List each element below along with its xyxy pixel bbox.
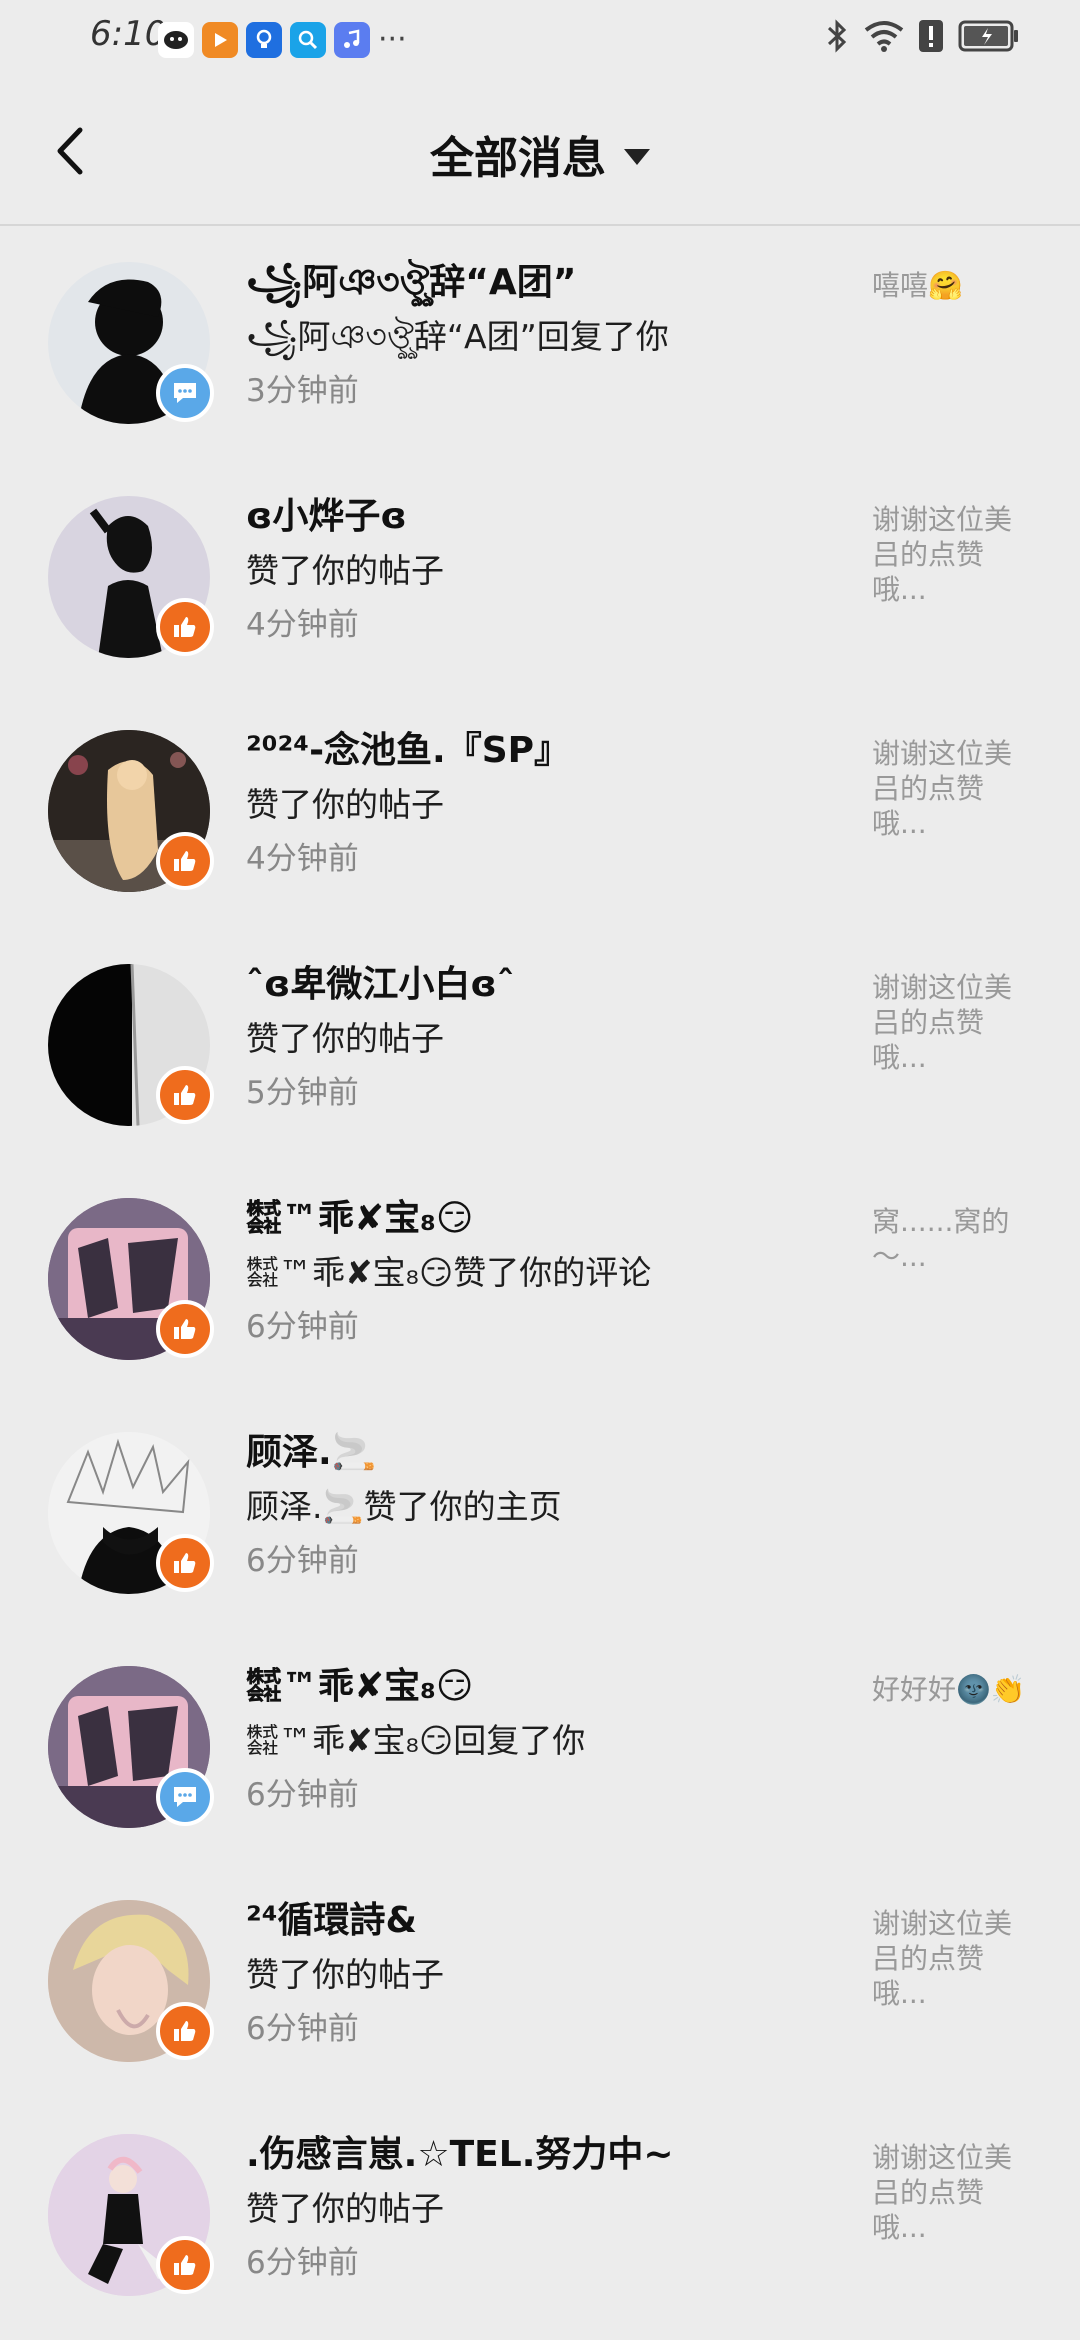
action-text: ㍿™乖✘宝₈😏回复了你 xyxy=(246,1721,586,1760)
comment-badge xyxy=(156,1768,214,1826)
message-item[interactable]: 顾泽.🚬 顾泽.🚬赞了你的主页 6分钟前 xyxy=(0,1396,1080,1630)
avatar[interactable] xyxy=(48,1432,214,1594)
action-text: ㍿™乖✘宝₈😏赞了你的评论 xyxy=(246,1253,652,1292)
sender-name: ㍿™乖✘宝₈😏 xyxy=(246,1198,474,1239)
music-app-icon xyxy=(334,22,370,58)
sender-name: ²⁰²⁴-念池鱼.『SP』 xyxy=(246,730,571,771)
like-badge xyxy=(156,1300,214,1358)
content-preview: 谢谢这位美吕的点赞哦... xyxy=(872,1907,1013,2010)
message-item[interactable]: ²⁰²⁴-念池鱼.『SP』 赞了你的帖子 4分钟前 谢谢这位美吕的点赞哦... xyxy=(0,694,1080,928)
more-notifications-icon: ··· xyxy=(378,22,407,57)
content-preview: 好好好🌚👏 xyxy=(872,1673,1026,1706)
message-item[interactable]: .伤感言崽.☆TEL.努力中~ 赞了你的帖子 6分钟前 谢谢这位美吕的点赞哦..… xyxy=(0,2098,1080,2332)
dropdown-caret-icon xyxy=(624,149,650,165)
page-title: 全部消息 xyxy=(430,133,606,184)
status-bar: 6:10 ··· xyxy=(0,0,1080,80)
timestamp: 6分钟前 xyxy=(246,2245,359,2281)
thumbs-up-icon xyxy=(174,1553,196,1573)
content-preview: 嘻嘻🤗 xyxy=(872,269,963,302)
avatar[interactable] xyxy=(48,2134,214,2296)
timestamp: 3分钟前 xyxy=(246,373,359,409)
thumbs-up-icon xyxy=(174,2255,196,2275)
like-badge xyxy=(156,832,214,890)
sender-name: ꧁阿ঞ৩ঔৣ辞“A团” xyxy=(246,262,577,303)
sender-name: ˆɞ卑微江小白ɞˆ xyxy=(246,964,515,1005)
bulb-app-icon xyxy=(246,22,282,58)
like-badge xyxy=(156,2002,214,2060)
chat-bubble-icon xyxy=(174,383,196,403)
thumbs-up-icon xyxy=(174,851,196,871)
like-badge xyxy=(156,1066,214,1124)
sender-name: ㍿™乖✘宝₈😏 xyxy=(246,1666,474,1707)
timestamp: 6分钟前 xyxy=(246,2011,359,2047)
message-item[interactable]: ²⁴循環詩& 赞了你的帖子 6分钟前 谢谢这位美吕的点赞哦... xyxy=(0,1864,1080,2098)
action-text: 赞了你的帖子 xyxy=(246,785,444,824)
content-preview: 谢谢这位美吕的点赞哦... xyxy=(872,737,1013,840)
avatar[interactable] xyxy=(48,730,214,892)
action-text: 赞了你的帖子 xyxy=(246,2189,444,2228)
message-item[interactable]: ˆɞ卑微江小白ɞˆ 赞了你的帖子 5分钟前 谢谢这位美吕的点赞哦... xyxy=(0,928,1080,1162)
timestamp: 6分钟前 xyxy=(246,1777,359,1813)
sender-name: ²⁴循環詩& xyxy=(246,1900,417,1941)
avatar[interactable] xyxy=(48,1900,214,2062)
content-preview: 窝......窝的～... xyxy=(872,1205,1010,1273)
message-item[interactable]: ㍿™乖✘宝₈😏 ㍿™乖✘宝₈😏回复了你 6分钟前 好好好🌚👏 xyxy=(0,1630,1080,1864)
timestamp: 6分钟前 xyxy=(246,1543,359,1579)
thumbs-up-icon xyxy=(174,617,196,637)
message-item[interactable]: ꧁阿ঞ৩ঔৣ辞“A团” ꧁阿ঞ৩ঔৣ辞“A团”回复了你 3分钟前 嘻嘻🤗 xyxy=(0,226,1080,460)
timestamp: 4分钟前 xyxy=(246,607,359,643)
message-filter-dropdown[interactable]: 全部消息 xyxy=(0,122,1080,186)
alert-icon xyxy=(919,20,943,52)
search-app-icon xyxy=(290,22,326,58)
sender-name: ɞ小烨子ɞ xyxy=(246,496,407,537)
like-badge xyxy=(156,1534,214,1592)
like-badge xyxy=(156,598,214,656)
sender-name: 顾泽.🚬 xyxy=(246,1432,377,1473)
wifi-icon xyxy=(864,21,904,52)
message-item[interactable]: ㍿™乖✘宝₈😏 ㍿™乖✘宝₈😏赞了你的评论 6分钟前 窝......窝的～... xyxy=(0,1162,1080,1396)
bluetooth-icon xyxy=(827,19,847,53)
comment-badge xyxy=(156,364,214,422)
status-time: 6:10 xyxy=(90,14,167,54)
battery-icon xyxy=(958,20,1018,52)
header: 全部消息 xyxy=(0,80,1080,226)
thumbs-up-icon xyxy=(174,1319,196,1339)
status-app-icons: ··· xyxy=(158,22,407,58)
app-notification-icon xyxy=(158,22,194,58)
action-text: ꧁阿ঞ৩ঔৣ辞“A团”回复了你 xyxy=(246,317,669,356)
sender-name: .伤感言崽.☆TEL.努力中~ xyxy=(246,2134,674,2175)
action-text: 顾泽.🚬赞了你的主页 xyxy=(246,1487,562,1526)
action-text: 赞了你的帖子 xyxy=(246,1955,444,1994)
avatar[interactable] xyxy=(48,262,214,424)
thumbs-up-icon xyxy=(174,1085,196,1105)
message-item[interactable]: ɞ小烨子ɞ 赞了你的帖子 4分钟前 谢谢这位美吕的点赞哦... xyxy=(0,460,1080,694)
content-preview: 谢谢这位美吕的点赞哦... xyxy=(872,2141,1013,2244)
message-list: ꧁阿ঞ৩ঔৣ辞“A团” ꧁阿ঞ৩ঔৣ辞“A团”回复了你 3分钟前 嘻嘻🤗 ɞ小烨… xyxy=(0,226,1080,2332)
action-text: 赞了你的帖子 xyxy=(246,551,444,590)
avatar[interactable] xyxy=(48,1666,214,1828)
thumbs-up-icon xyxy=(174,2021,196,2041)
action-text: 赞了你的帖子 xyxy=(246,1019,444,1058)
avatar[interactable] xyxy=(48,1198,214,1360)
timestamp: 6分钟前 xyxy=(246,1309,359,1345)
timestamp: 4分钟前 xyxy=(246,841,359,877)
content-preview: 谢谢这位美吕的点赞哦... xyxy=(872,971,1013,1074)
content-preview: 谢谢这位美吕的点赞哦... xyxy=(872,503,1013,606)
timestamp: 5分钟前 xyxy=(246,1075,359,1111)
video-app-icon xyxy=(202,22,238,58)
like-badge xyxy=(156,2236,214,2294)
avatar[interactable] xyxy=(48,496,214,658)
avatar[interactable] xyxy=(48,964,214,1126)
chat-bubble-icon xyxy=(174,1787,196,1807)
status-indicators xyxy=(824,18,1020,54)
